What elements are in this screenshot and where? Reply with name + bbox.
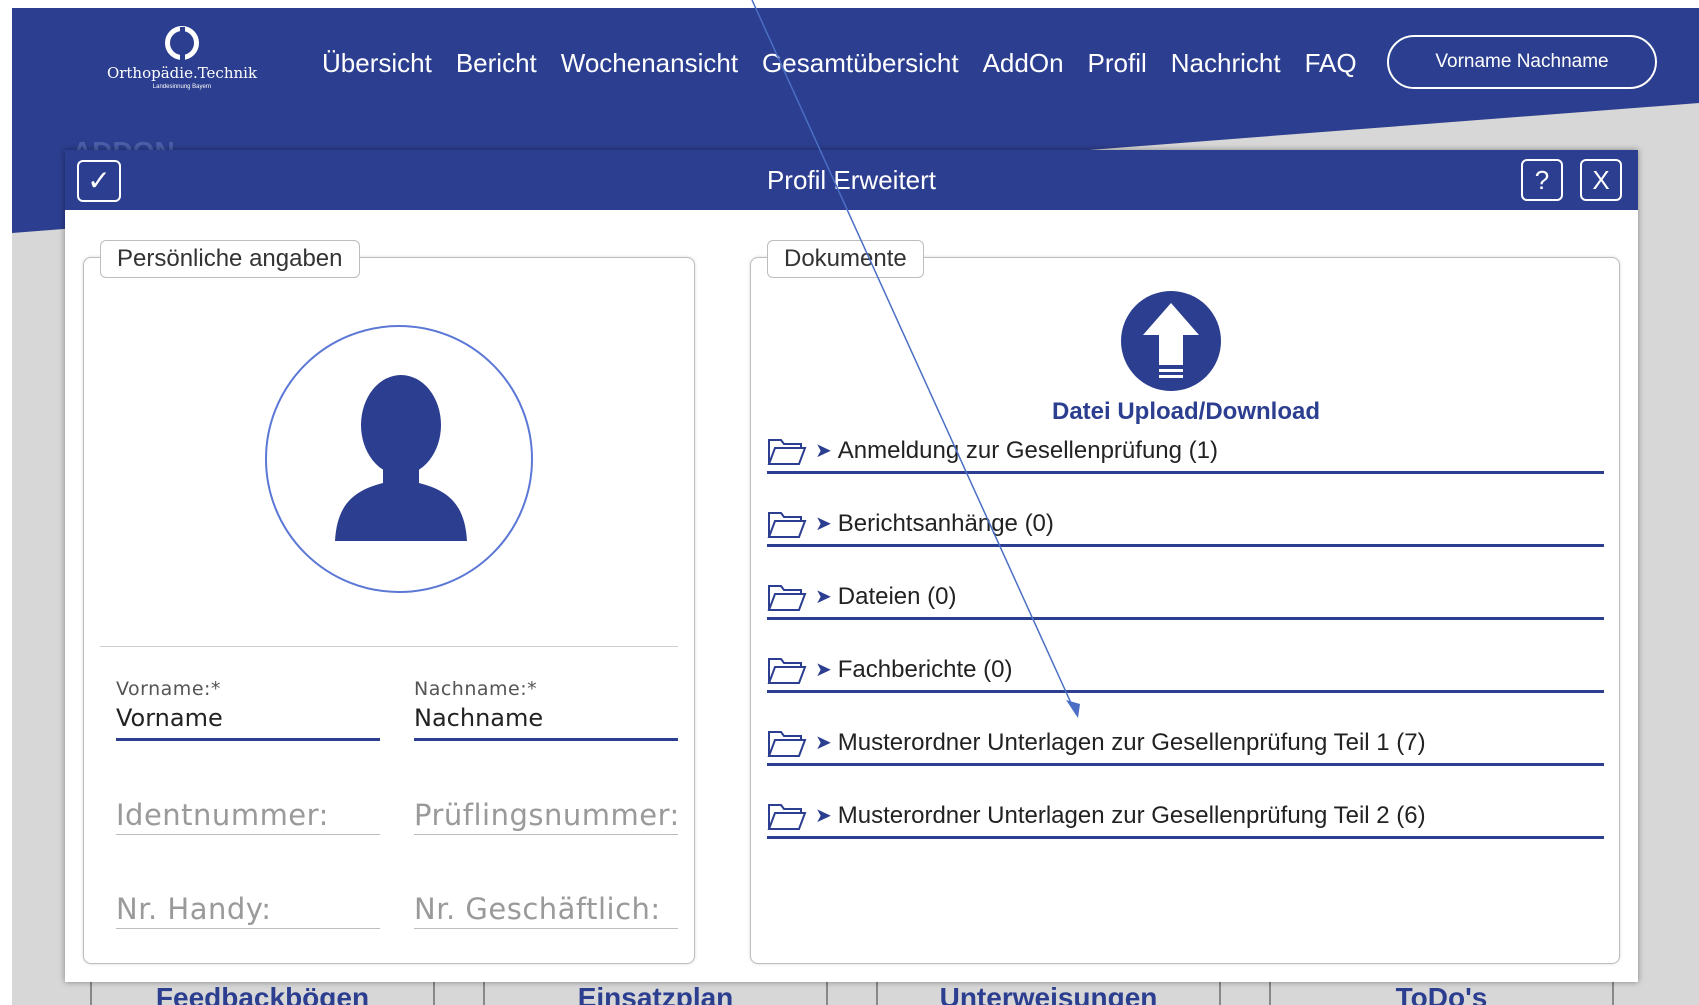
screen: Orthopädie.Technik Landesinnung Bayern Ü… xyxy=(0,0,1699,1005)
annotation-arrow xyxy=(751,0,1080,718)
